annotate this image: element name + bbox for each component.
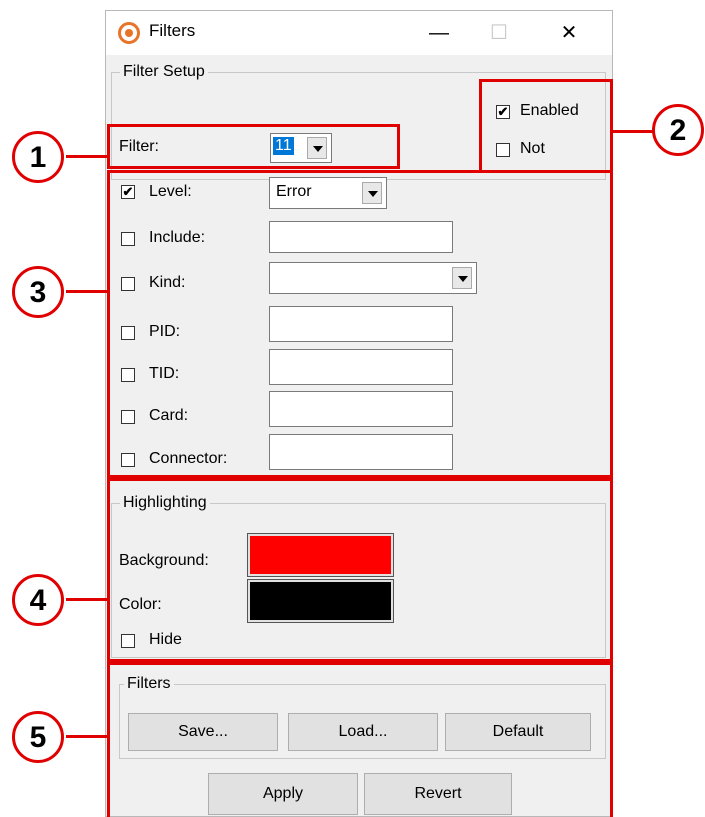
callout-box-filter xyxy=(107,124,400,169)
callout-line-4 xyxy=(66,598,107,601)
maximize-button[interactable]: ☐ xyxy=(471,11,527,55)
callout-box-criteria xyxy=(107,170,613,478)
callout-number-5: 5 xyxy=(12,711,64,763)
app-icon xyxy=(118,22,140,44)
minimize-button[interactable]: — xyxy=(411,11,467,55)
callout-box-highlighting xyxy=(107,478,613,662)
callout-line-5 xyxy=(66,735,107,738)
callout-box-filters xyxy=(107,662,613,817)
filter-setup-legend: Filter Setup xyxy=(120,63,208,81)
title-bar[interactable]: Filters — ☐ ✕ xyxy=(106,11,612,55)
callout-line-2 xyxy=(613,130,654,133)
window-title: Filters xyxy=(149,21,196,40)
callout-number-1: 1 xyxy=(12,131,64,183)
callout-line-1 xyxy=(66,155,107,158)
callout-number-4: 4 xyxy=(12,574,64,626)
callout-box-enabled xyxy=(479,79,613,173)
callout-line-3 xyxy=(66,290,107,293)
callout-number-2: 2 xyxy=(652,104,704,156)
close-button[interactable]: ✕ xyxy=(541,11,597,55)
callout-number-3: 3 xyxy=(12,266,64,318)
